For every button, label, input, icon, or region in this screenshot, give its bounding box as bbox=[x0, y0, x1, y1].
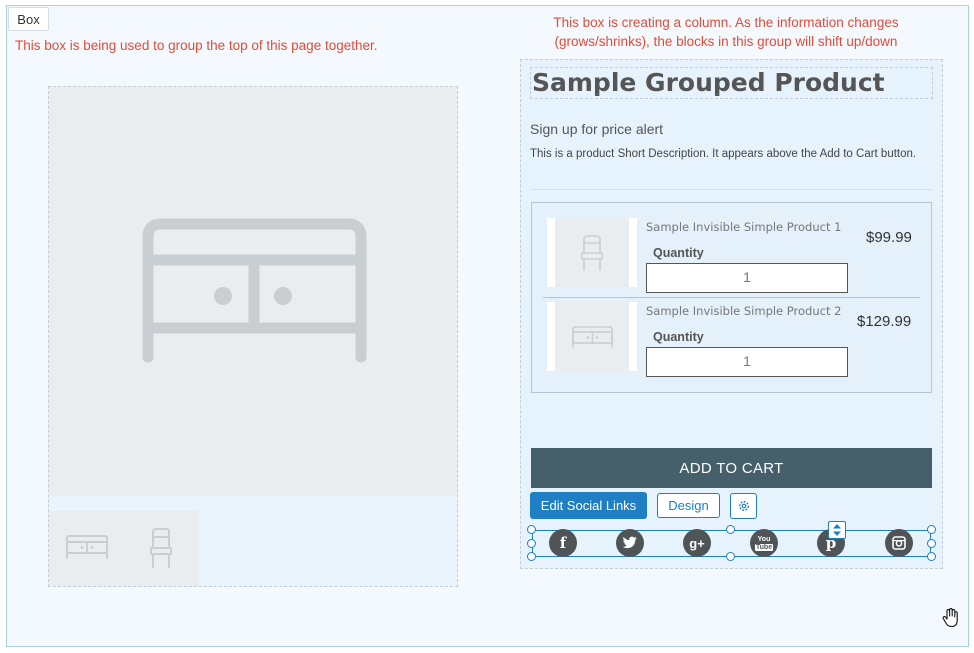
cabinet-icon bbox=[66, 535, 108, 559]
chair-icon bbox=[581, 235, 603, 271]
resize-handle-bottom-left[interactable] bbox=[527, 552, 536, 561]
cabinet-icon bbox=[572, 326, 613, 348]
add-to-cart-button[interactable]: ADD TO CART bbox=[531, 448, 932, 488]
item-2-quantity-label: Quantity bbox=[653, 330, 704, 344]
chair-icon bbox=[150, 528, 172, 568]
item-1-price: $99.99 bbox=[866, 229, 912, 246]
cabinet-icon bbox=[142, 218, 367, 363]
thumbnail-cabinet[interactable] bbox=[49, 511, 123, 586]
thumbnail-chair[interactable] bbox=[123, 511, 199, 586]
youtube-glyph-top: You bbox=[757, 535, 771, 543]
instagram-icon[interactable] bbox=[885, 529, 913, 557]
item-2-quantity-input[interactable]: 1 bbox=[646, 347, 848, 377]
product-title[interactable]: Sample Grouped Product bbox=[530, 67, 933, 99]
gear-icon bbox=[738, 501, 749, 511]
item-2-price: $129.99 bbox=[857, 313, 912, 330]
item-1-quantity-label: Quantity bbox=[653, 246, 704, 260]
resize-handle-bottom-right[interactable] bbox=[927, 552, 936, 561]
resize-handle-top-right[interactable] bbox=[927, 525, 936, 534]
item-divider bbox=[543, 297, 920, 298]
hand-cursor-icon bbox=[940, 607, 962, 634]
description-block[interactable] bbox=[530, 100, 933, 190]
annotation-right-line1: This box is creating a column. As the in… bbox=[553, 15, 899, 30]
price-alert-link[interactable]: Sign up for price alert bbox=[530, 121, 663, 137]
annotation-right: This box is creating a column. As the in… bbox=[520, 13, 932, 51]
item-2-image[interactable] bbox=[547, 302, 637, 371]
facebook-glyph: f bbox=[559, 534, 567, 552]
edit-social-links-button[interactable]: Edit Social Links bbox=[530, 492, 647, 519]
up-down-arrow-icon bbox=[833, 524, 841, 536]
item-1-name[interactable]: Sample Invisible Simple Product 1 bbox=[646, 220, 841, 234]
resize-handle-right[interactable] bbox=[927, 539, 936, 548]
box-tag[interactable]: Box bbox=[8, 7, 49, 31]
short-description: This is a product Short Description. It … bbox=[530, 148, 917, 160]
youtube-icon[interactable]: You Tube bbox=[750, 529, 778, 557]
resize-handle-top[interactable] bbox=[726, 525, 735, 534]
google-plus-glyph: g+ bbox=[689, 535, 705, 551]
google-plus-icon[interactable]: g+ bbox=[683, 529, 711, 557]
main-product-image[interactable] bbox=[49, 87, 457, 496]
design-button[interactable]: Design bbox=[657, 493, 720, 518]
resize-handle-bottom[interactable] bbox=[726, 552, 735, 561]
youtube-glyph-bottom: Tube bbox=[754, 543, 774, 551]
item-2-name[interactable]: Sample Invisible Simple Product 2 bbox=[646, 304, 841, 318]
item-1-quantity-input[interactable]: 1 bbox=[646, 263, 848, 293]
item-1-image[interactable] bbox=[547, 218, 637, 287]
vertical-resize-handle[interactable] bbox=[828, 521, 846, 539]
annotation-right-line2: (grows/shrinks), the blocks in this grou… bbox=[554, 34, 898, 49]
settings-button[interactable] bbox=[730, 493, 757, 519]
twitter-icon[interactable] bbox=[616, 529, 644, 557]
resize-handle-left[interactable] bbox=[527, 539, 536, 548]
twitter-bird-glyph bbox=[622, 536, 637, 549]
instagram-camera-glyph bbox=[892, 536, 906, 550]
facebook-icon[interactable]: f bbox=[549, 529, 577, 557]
annotation-left: This box is being used to group the top … bbox=[15, 38, 378, 53]
resize-handle-top-left[interactable] bbox=[527, 525, 536, 534]
